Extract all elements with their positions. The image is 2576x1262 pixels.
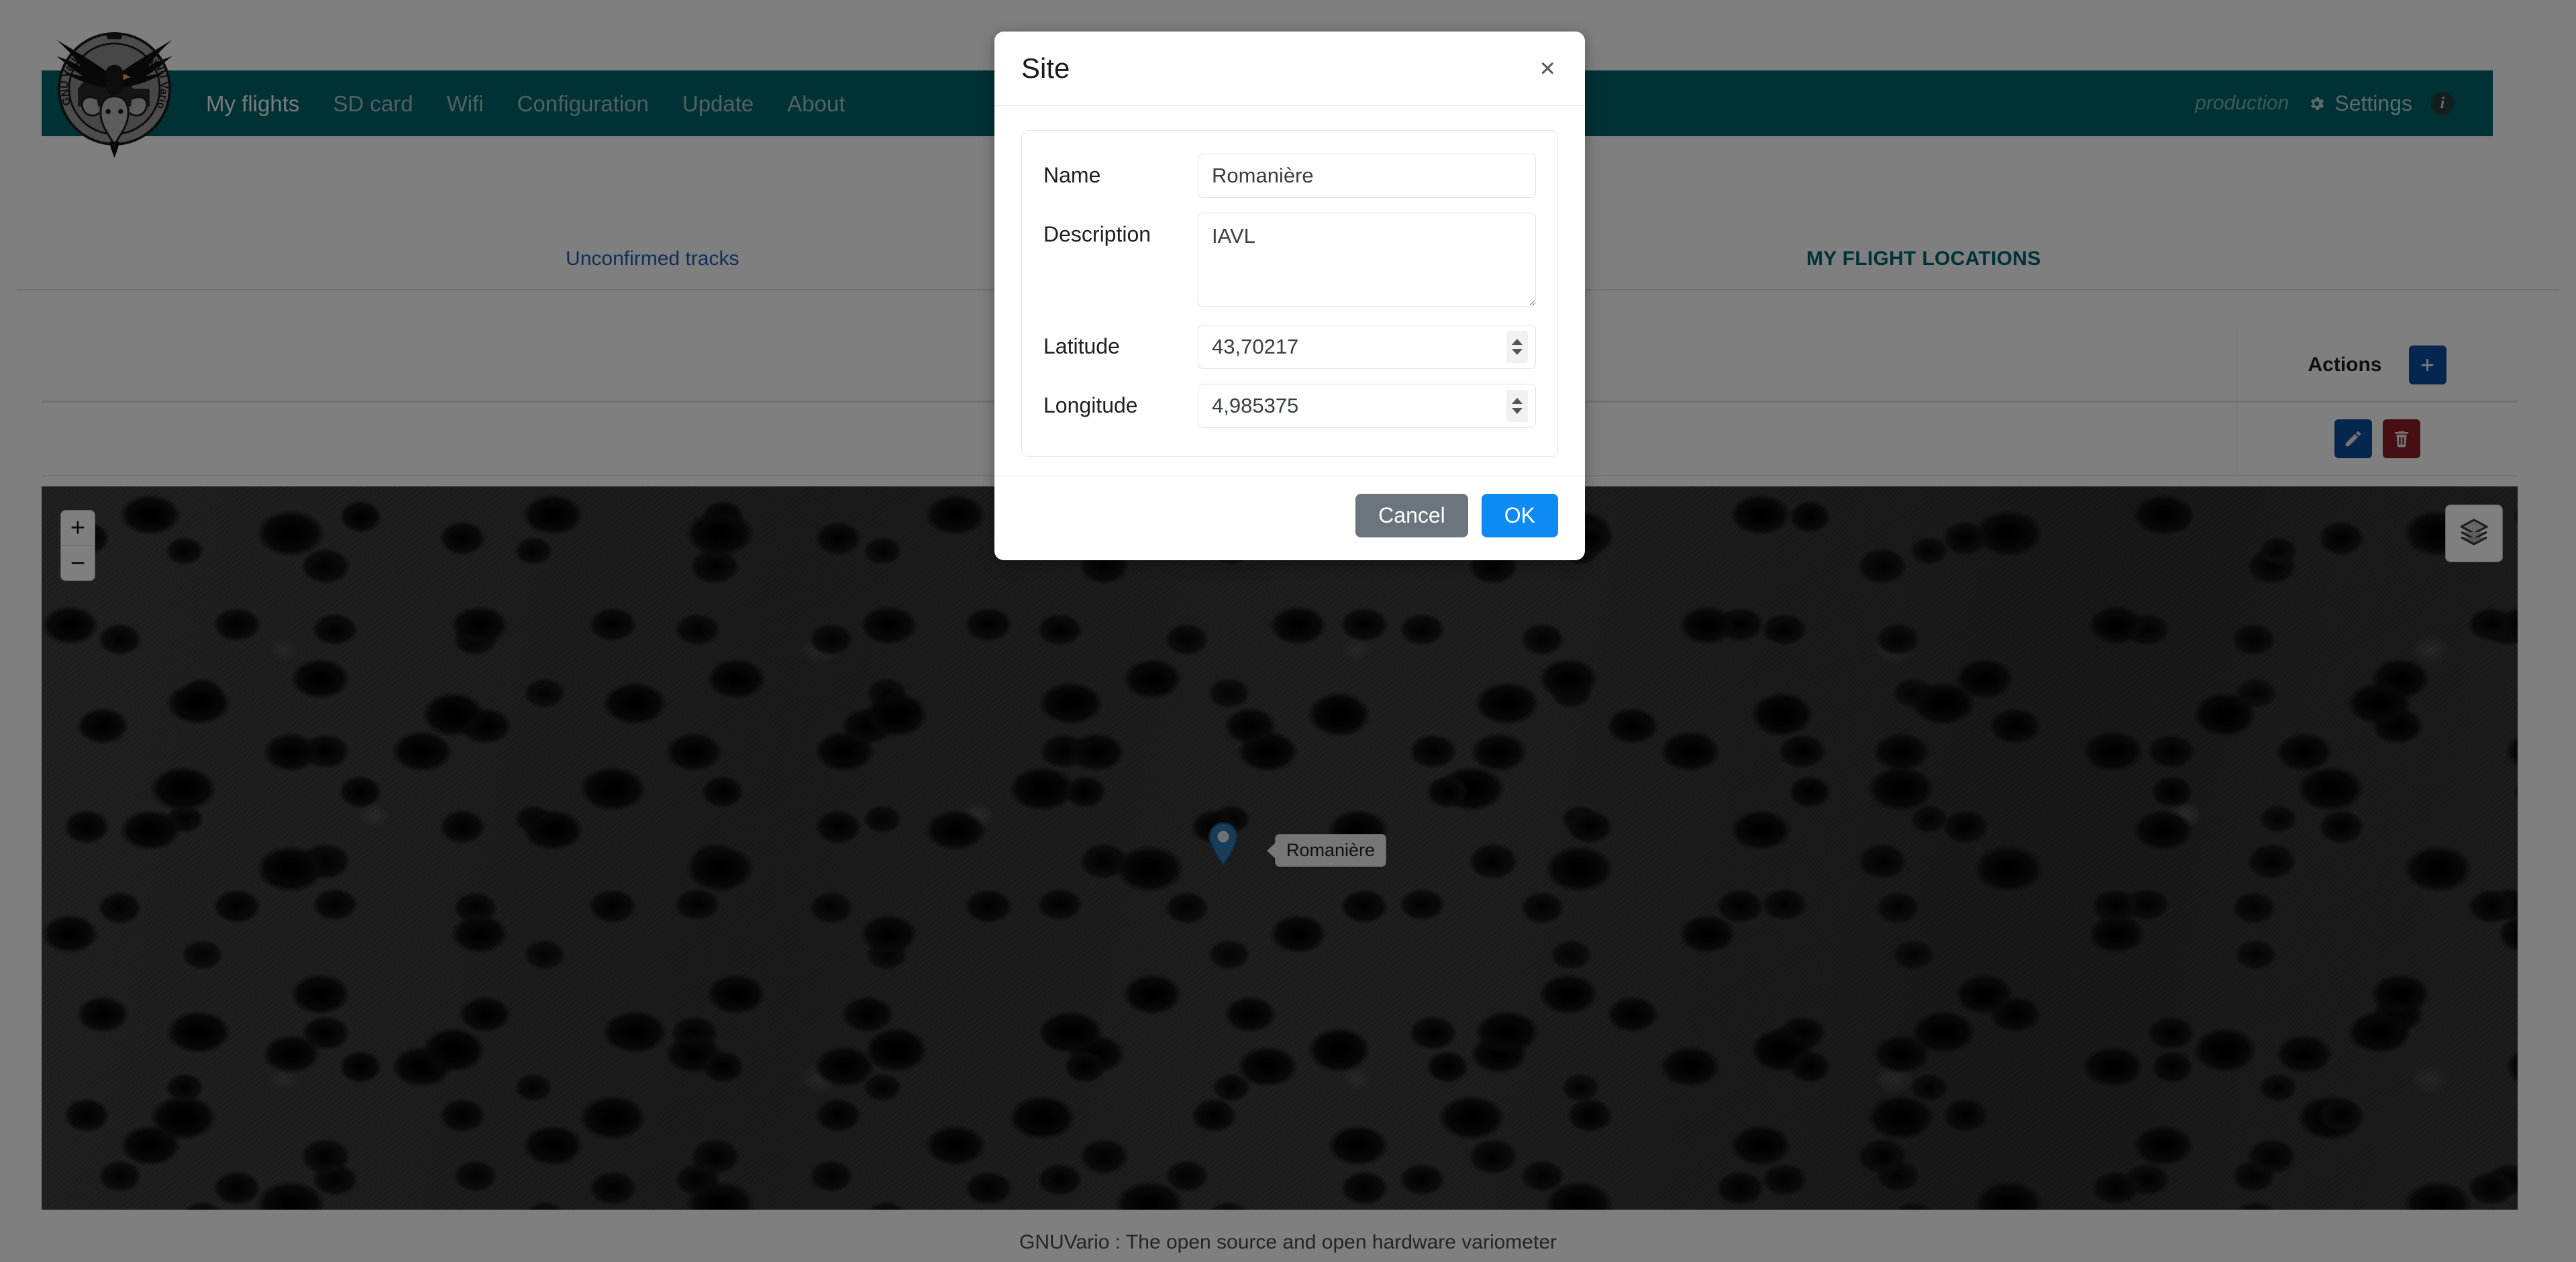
latitude-input[interactable] (1198, 325, 1536, 369)
site-modal: Site × Name Description IAVL Latitude (994, 32, 1585, 560)
name-field-wrap (1198, 154, 1536, 198)
latitude-field-wrap (1198, 325, 1536, 369)
description-textarea[interactable]: IAVL (1198, 213, 1536, 307)
chevron-down-icon (1512, 349, 1523, 355)
description-label: Description (1043, 222, 1151, 246)
form-row-latitude: Latitude (1043, 325, 1536, 369)
chevron-up-icon (1512, 398, 1523, 404)
latitude-label: Latitude (1043, 334, 1120, 358)
form-row-description: Description IAVL (1043, 213, 1536, 310)
description-field-wrap: IAVL (1198, 213, 1536, 310)
modal-body: Name Description IAVL Latitude (994, 106, 1585, 476)
longitude-input[interactable] (1198, 384, 1536, 428)
longitude-label: Longitude (1043, 393, 1138, 417)
ok-button[interactable]: OK (1481, 494, 1558, 537)
longitude-field-wrap (1198, 384, 1536, 428)
latitude-stepper[interactable] (1506, 331, 1528, 363)
form-row-longitude: Longitude (1043, 384, 1536, 428)
name-input[interactable] (1198, 154, 1536, 198)
modal-title: Site (1021, 52, 1070, 84)
form-row-name: Name (1043, 154, 1536, 198)
cancel-button[interactable]: Cancel (1355, 494, 1468, 537)
modal-header: Site × (994, 32, 1585, 106)
close-icon[interactable]: × (1537, 55, 1558, 82)
longitude-stepper[interactable] (1506, 390, 1528, 422)
modal-footer: Cancel OK (994, 476, 1585, 560)
chevron-up-icon (1512, 339, 1523, 345)
chevron-down-icon (1512, 408, 1523, 414)
name-label: Name (1043, 163, 1101, 187)
site-form-panel: Name Description IAVL Latitude (1021, 130, 1558, 457)
